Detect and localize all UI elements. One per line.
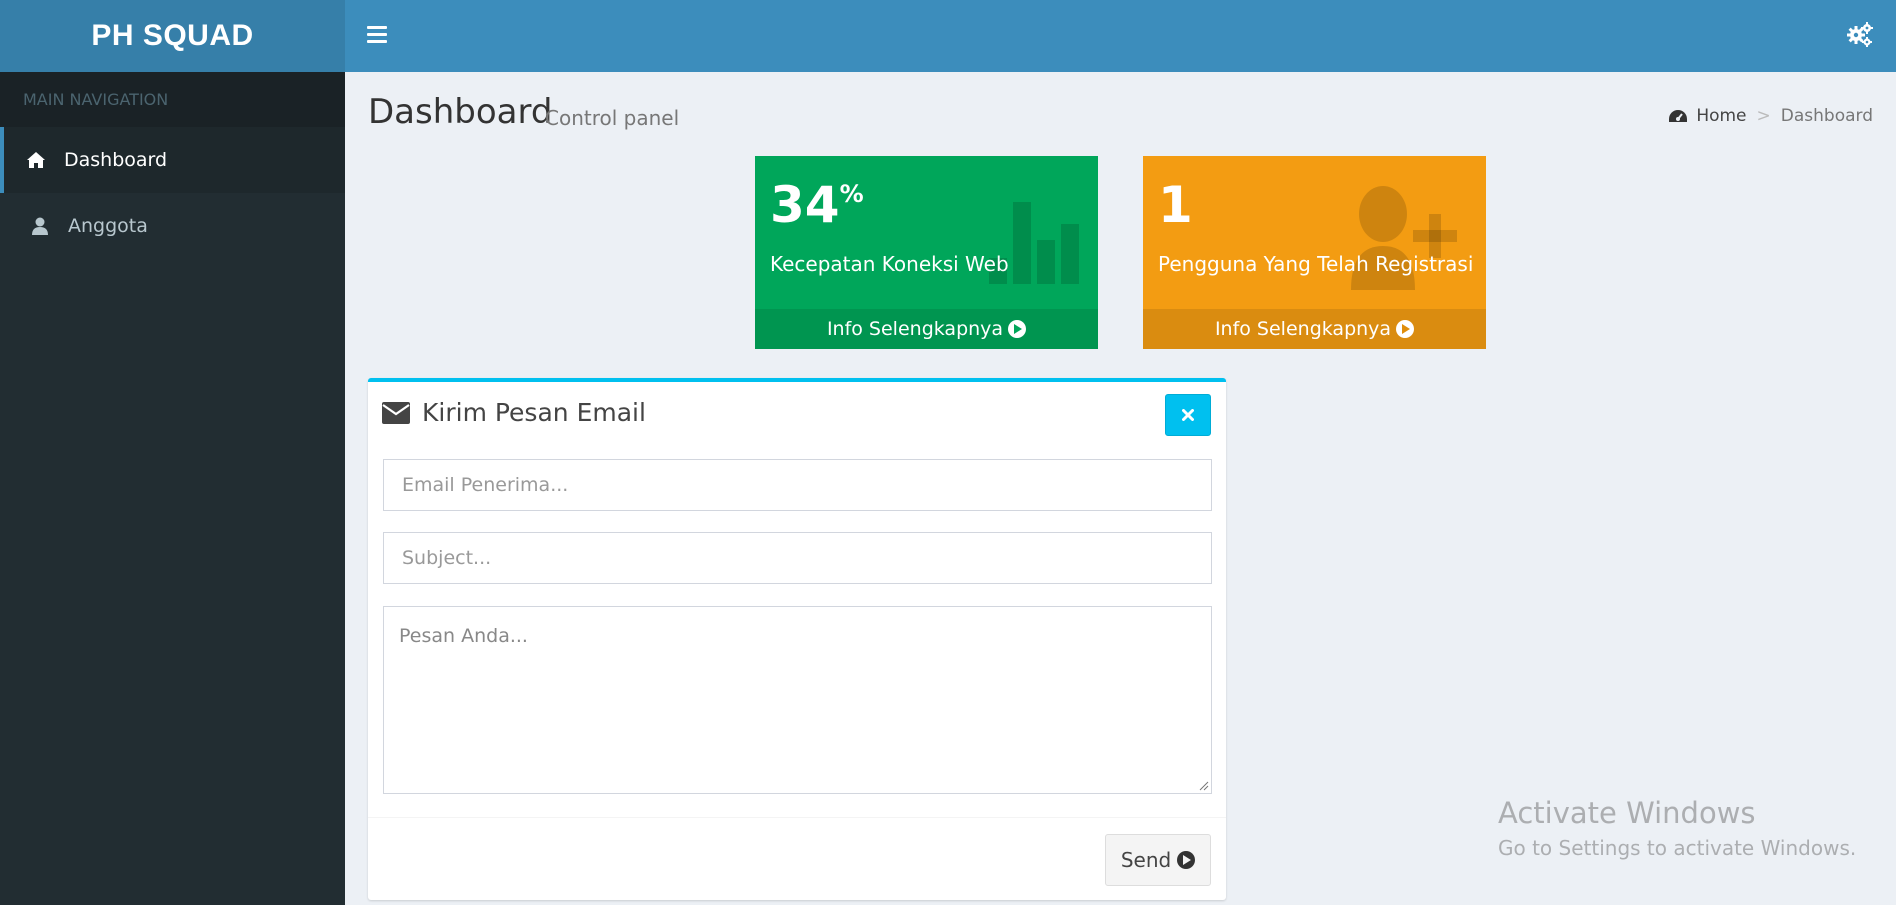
close-icon (1182, 409, 1194, 421)
sidebar-toggle-icon[interactable] (367, 26, 387, 44)
stat-value: 1 (1158, 176, 1193, 234)
brand-logo[interactable]: PH SQUAD (0, 0, 345, 72)
stat-more-info-link[interactable]: Info Selengkapnya (755, 309, 1098, 349)
email-recipient-input[interactable]: Email Penerima... (383, 459, 1212, 511)
arrow-circle-right-icon (1396, 320, 1415, 338)
subject-input[interactable]: Subject... (383, 532, 1212, 584)
breadcrumb-separator: > (1756, 106, 1771, 126)
user-icon (28, 217, 52, 235)
breadcrumb-home[interactable]: Home (1696, 106, 1746, 126)
email-box-header: Kirim Pesan Email (368, 382, 1226, 446)
stat-box-registered-users: 1 Pengguna Yang Telah Registrasi Info Se… (1143, 156, 1486, 349)
breadcrumb-current: Dashboard (1780, 106, 1873, 126)
sidebar: MAIN NAVIGATION Dashboard Anggota (0, 72, 345, 905)
gears-icon[interactable] (1846, 20, 1874, 48)
stat-label: Kecepatan Koneksi Web (770, 252, 1009, 276)
stat-value: 34% (770, 176, 864, 234)
activation-watermark-title: Activate Windows (1498, 796, 1756, 830)
stat-box-connection-speed: 34% Kecepatan Koneksi Web Info Selengkap… (755, 156, 1098, 349)
message-textarea[interactable]: Pesan Anda... (383, 606, 1212, 794)
envelope-icon (382, 401, 410, 424)
email-box-footer: Send (368, 817, 1226, 900)
resize-handle-icon[interactable] (1197, 779, 1209, 791)
top-navbar (345, 0, 1896, 72)
close-button[interactable] (1165, 394, 1211, 436)
brand-title: PH SQUAD (91, 19, 254, 52)
stat-more-info-link[interactable]: Info Selengkapnya (1143, 309, 1486, 349)
sidebar-item-anggota[interactable]: Anggota (0, 193, 345, 259)
sidebar-item-label: Anggota (68, 215, 148, 237)
dashboard-icon (1669, 110, 1688, 122)
sidebar-item-label: Dashboard (64, 149, 168, 171)
home-icon (24, 151, 48, 169)
arrow-circle-right-icon (1008, 320, 1027, 338)
stat-label: Pengguna Yang Telah Registrasi (1158, 252, 1474, 276)
page-title: Dashboard (368, 92, 553, 132)
page-subtitle: Control panel (545, 106, 680, 130)
email-box-title: Kirim Pesan Email (382, 398, 646, 427)
activation-watermark-text: Go to Settings to activate Windows. (1498, 836, 1857, 860)
bar-chart-icon (989, 202, 1079, 284)
breadcrumb: Home > Dashboard (1668, 106, 1873, 126)
email-box: Kirim Pesan Email Email Penerima... Subj… (368, 378, 1226, 900)
send-button[interactable]: Send (1105, 834, 1211, 886)
sidebar-item-dashboard[interactable]: Dashboard (0, 127, 345, 193)
nav-header: MAIN NAVIGATION (0, 72, 345, 127)
arrow-circle-right-icon (1177, 851, 1196, 869)
